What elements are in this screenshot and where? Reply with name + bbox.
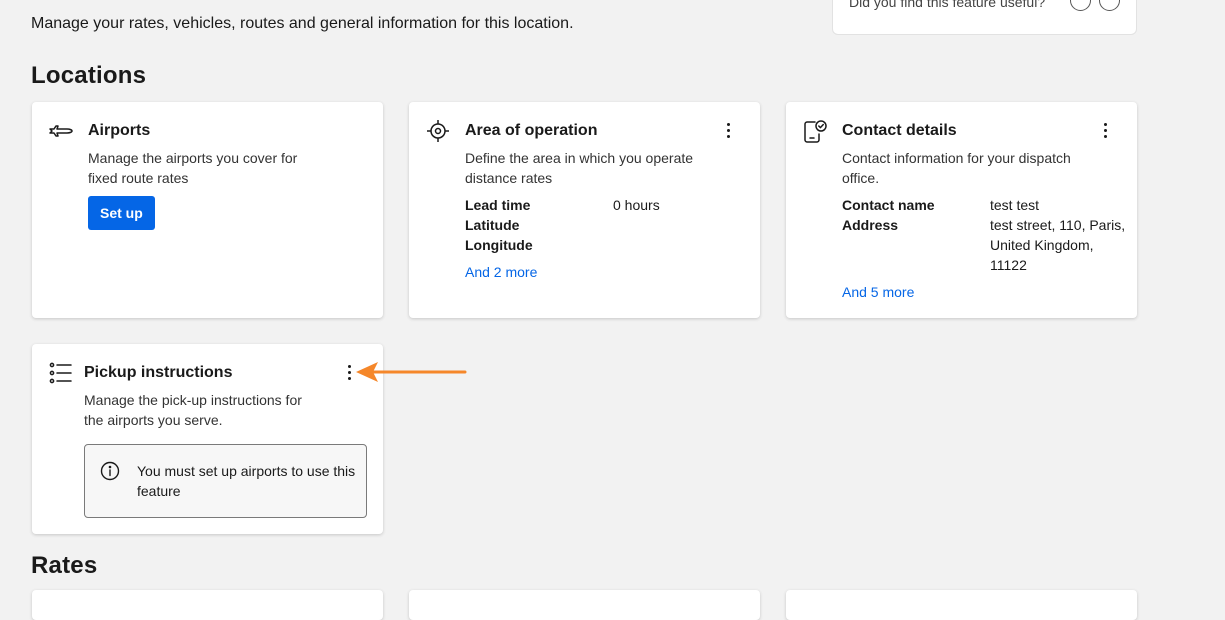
crosshair-icon [427,120,449,142]
detail-row: Lead time 0 hours [465,195,660,215]
section-title-locations: Locations [31,62,147,89]
card-title: Area of operation [465,122,598,139]
feedback-widget: Did you find this feature useful? [832,0,1137,35]
card-title: Contact details [842,122,957,139]
more-options-button[interactable] [722,123,734,141]
annotation-arrow [356,362,467,382]
detail-label: Lead time [465,197,531,213]
card-description: Define the area in which you operate dis… [465,150,694,186]
detail-value: test test [990,197,1040,213]
thumbs-down-button[interactable] [1070,0,1091,11]
card-description: Manage the airports you cover for fixed … [88,150,298,186]
notice-text: You must set up airports to use this fea… [137,463,356,499]
feedback-question: Did you find this feature useful? [849,0,1046,10]
info-icon [100,461,120,481]
airports-card: Airports Manage the airports you cover f… [32,102,383,318]
card-title: Pickup instructions [84,364,233,381]
detail-row: Address test street, 110, Paris, United … [842,215,1132,275]
section-title-rates: Rates [31,552,98,579]
detail-label: Address [842,217,899,233]
area-of-operation-card: Area of operation Define the area in whi… [409,102,760,318]
pickup-instructions-card: Pickup instructions Manage the pick-up i… [32,344,383,534]
detail-value: 0 hours [613,197,660,213]
more-options-button[interactable] [1099,123,1111,141]
detail-label: Longitude [465,237,533,253]
list-icon [49,362,72,384]
detail-label: Latitude [465,217,520,233]
and-more-link[interactable]: And 5 more [842,284,914,300]
detail-value: test street, 110, Paris, United Kingdom,… [990,217,1126,273]
page-description: Manage your rates, vehicles, routes and … [31,15,574,32]
card-description: Contact information for your dispatch of… [842,150,1071,186]
airplane-icon [49,125,73,137]
set-up-button[interactable]: Set up [88,196,155,230]
detail-row: Longitude [465,235,660,255]
and-more-link[interactable]: And 2 more [465,264,537,280]
detail-row: Contact name test test [842,195,1132,215]
card-description: Manage the pick-up instructions for the … [84,392,302,428]
info-notice: You must set up airports to use this fea… [84,444,367,518]
detail-label: Contact name [842,197,935,213]
rate-card [786,590,1137,620]
contact-details: Contact name test test Address test stre… [842,195,1132,275]
rate-card [409,590,760,620]
detail-row: Latitude [465,215,660,235]
contact-details-card: Contact details Contact information for … [786,102,1137,318]
thumbs-up-button[interactable] [1099,0,1120,11]
phone-check-icon [804,120,827,143]
card-title: Airports [88,122,151,139]
area-details: Lead time 0 hours Latitude Longitude [465,195,660,255]
rate-card [32,590,383,620]
